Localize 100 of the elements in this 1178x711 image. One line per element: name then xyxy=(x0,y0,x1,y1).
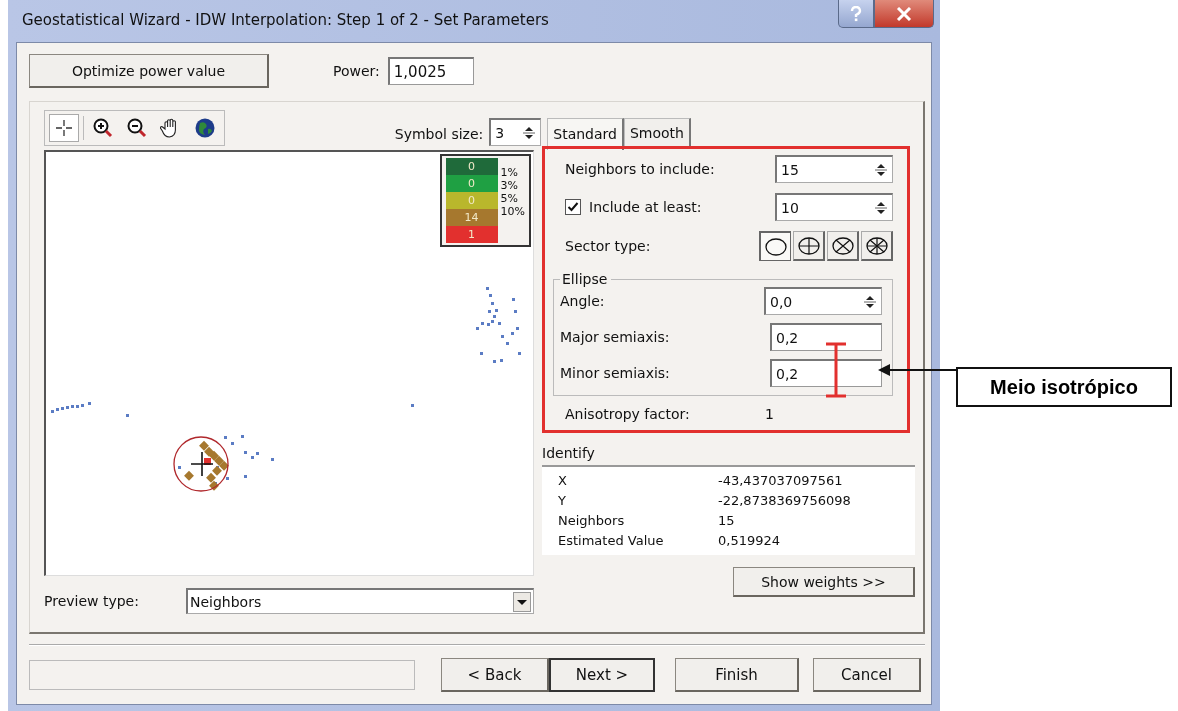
neighbor-point xyxy=(184,470,194,481)
data-point xyxy=(411,404,414,407)
neighbors-spinner[interactable]: 15 xyxy=(775,155,893,183)
anisotropy-label: Anisotropy factor: xyxy=(565,406,691,422)
wizard-button[interactable]: Cancel xyxy=(813,658,921,692)
sector-type-button[interactable] xyxy=(759,231,791,261)
neighbor-point xyxy=(214,455,224,466)
power-field[interactable]: 1,0025 xyxy=(387,57,474,85)
anisotropy-value: 1 xyxy=(765,406,774,422)
data-point xyxy=(241,435,244,438)
neighbor-point xyxy=(219,460,229,471)
legend-swatch: 0 xyxy=(445,158,498,175)
check-icon xyxy=(567,201,579,213)
sector-ellipse-icon xyxy=(830,235,855,256)
data-point xyxy=(51,410,54,413)
data-point xyxy=(224,436,227,439)
data-point xyxy=(486,287,489,290)
sector-ellipse-icon xyxy=(796,235,821,256)
zoom-out-icon xyxy=(126,117,148,139)
data-point xyxy=(126,414,129,417)
sector-type-label: Sector type: xyxy=(565,238,651,254)
data-point xyxy=(256,452,259,455)
major-semiaxis-field[interactable]: 0,2 xyxy=(770,323,882,351)
data-point xyxy=(76,405,79,408)
legend-swatch: 1 xyxy=(445,226,498,243)
sector-type-button[interactable] xyxy=(827,231,859,261)
wizard-button[interactable]: Next > xyxy=(549,658,655,692)
ellipse-icon xyxy=(763,236,788,257)
data-point xyxy=(500,359,503,362)
optimize-button[interactable]: Optimize power value xyxy=(29,54,269,88)
include-at-least-checkbox[interactable]: Include at least: xyxy=(565,199,702,215)
include-at-least-spinner[interactable]: 10 xyxy=(775,193,893,221)
data-point xyxy=(514,310,517,313)
data-point xyxy=(61,407,64,410)
data-point xyxy=(506,342,509,345)
data-point xyxy=(476,327,479,330)
data-point xyxy=(481,322,484,325)
identify-value: -43,437037097561 xyxy=(718,472,844,490)
close-button[interactable] xyxy=(874,0,934,28)
data-point xyxy=(493,360,496,363)
neighbor-point xyxy=(209,480,219,491)
data-point xyxy=(480,352,483,355)
globe-icon xyxy=(194,117,216,139)
sector-ellipse-icon xyxy=(864,235,889,256)
symbol-size-label: Symbol size: xyxy=(394,126,484,142)
data-point xyxy=(518,352,521,355)
annotation-label: Meio isotrópico xyxy=(956,367,1172,407)
identify-value: 15 xyxy=(718,512,736,530)
identify-key: X xyxy=(558,471,718,491)
identify-title: Identify xyxy=(542,445,596,461)
help-button[interactable] xyxy=(838,0,874,28)
angle-spinner[interactable]: 0,0 xyxy=(764,287,882,315)
checkbox[interactable] xyxy=(565,199,581,215)
data-point xyxy=(271,458,274,461)
minor-semiaxis-field[interactable]: 0,2 xyxy=(770,359,882,387)
legend-swatch: 0 xyxy=(445,192,498,209)
data-point xyxy=(511,332,514,335)
data-point xyxy=(178,466,181,469)
symbol-size-spinner[interactable]: 3 xyxy=(489,118,542,146)
sector-type-button[interactable] xyxy=(793,231,825,261)
data-point xyxy=(501,335,504,338)
search-circle xyxy=(173,436,229,492)
preview-type-dropdown[interactable]: Neighbors xyxy=(186,588,534,614)
data-point xyxy=(493,315,496,318)
data-point xyxy=(251,456,254,459)
sector-type-button[interactable] xyxy=(861,231,893,261)
data-point xyxy=(489,294,492,297)
data-point xyxy=(495,309,498,312)
ellipse-group-title: Ellipse xyxy=(561,271,609,287)
minor-semiaxis-label: Minor semiaxis: xyxy=(560,365,670,381)
identify-key: Neighbors xyxy=(558,511,718,531)
data-point xyxy=(71,405,74,408)
power-label: Power: xyxy=(333,63,380,79)
data-point xyxy=(512,298,515,301)
wizard-button[interactable]: < Back xyxy=(441,658,549,692)
data-point xyxy=(516,327,519,330)
data-point xyxy=(81,404,84,407)
legend-swatch: 14 xyxy=(445,209,498,226)
legend-percent: 3% xyxy=(500,179,519,192)
legend-percent: 1% xyxy=(500,166,519,179)
crosshair-icon xyxy=(190,451,214,477)
data-point xyxy=(244,451,247,454)
neighbor-point xyxy=(206,472,216,483)
neighbor-point xyxy=(199,440,209,451)
identify-value: -22,8738369756098 xyxy=(718,492,852,510)
data-point xyxy=(488,310,491,313)
angle-label: Angle: xyxy=(560,293,605,309)
legend-percent: 5% xyxy=(500,192,519,205)
zoom-in-icon xyxy=(92,117,114,139)
show-weights-button[interactable]: Show weights >> xyxy=(733,567,915,597)
identify-key: Estimated Value xyxy=(558,531,718,551)
checkbox-label: Include at least: xyxy=(589,199,702,215)
window-title: Geostatistical Wizard - IDW Interpolation: Step 1 of 2 - Set Parameters xyxy=(21,11,549,29)
data-point xyxy=(498,322,501,325)
identify-value: 0,519924 xyxy=(718,532,782,550)
tab[interactable]: Smooth xyxy=(623,118,691,146)
help-icon xyxy=(849,5,863,22)
wizard-button[interactable]: Finish xyxy=(675,658,799,692)
data-point xyxy=(231,442,234,445)
data-point xyxy=(244,475,247,478)
